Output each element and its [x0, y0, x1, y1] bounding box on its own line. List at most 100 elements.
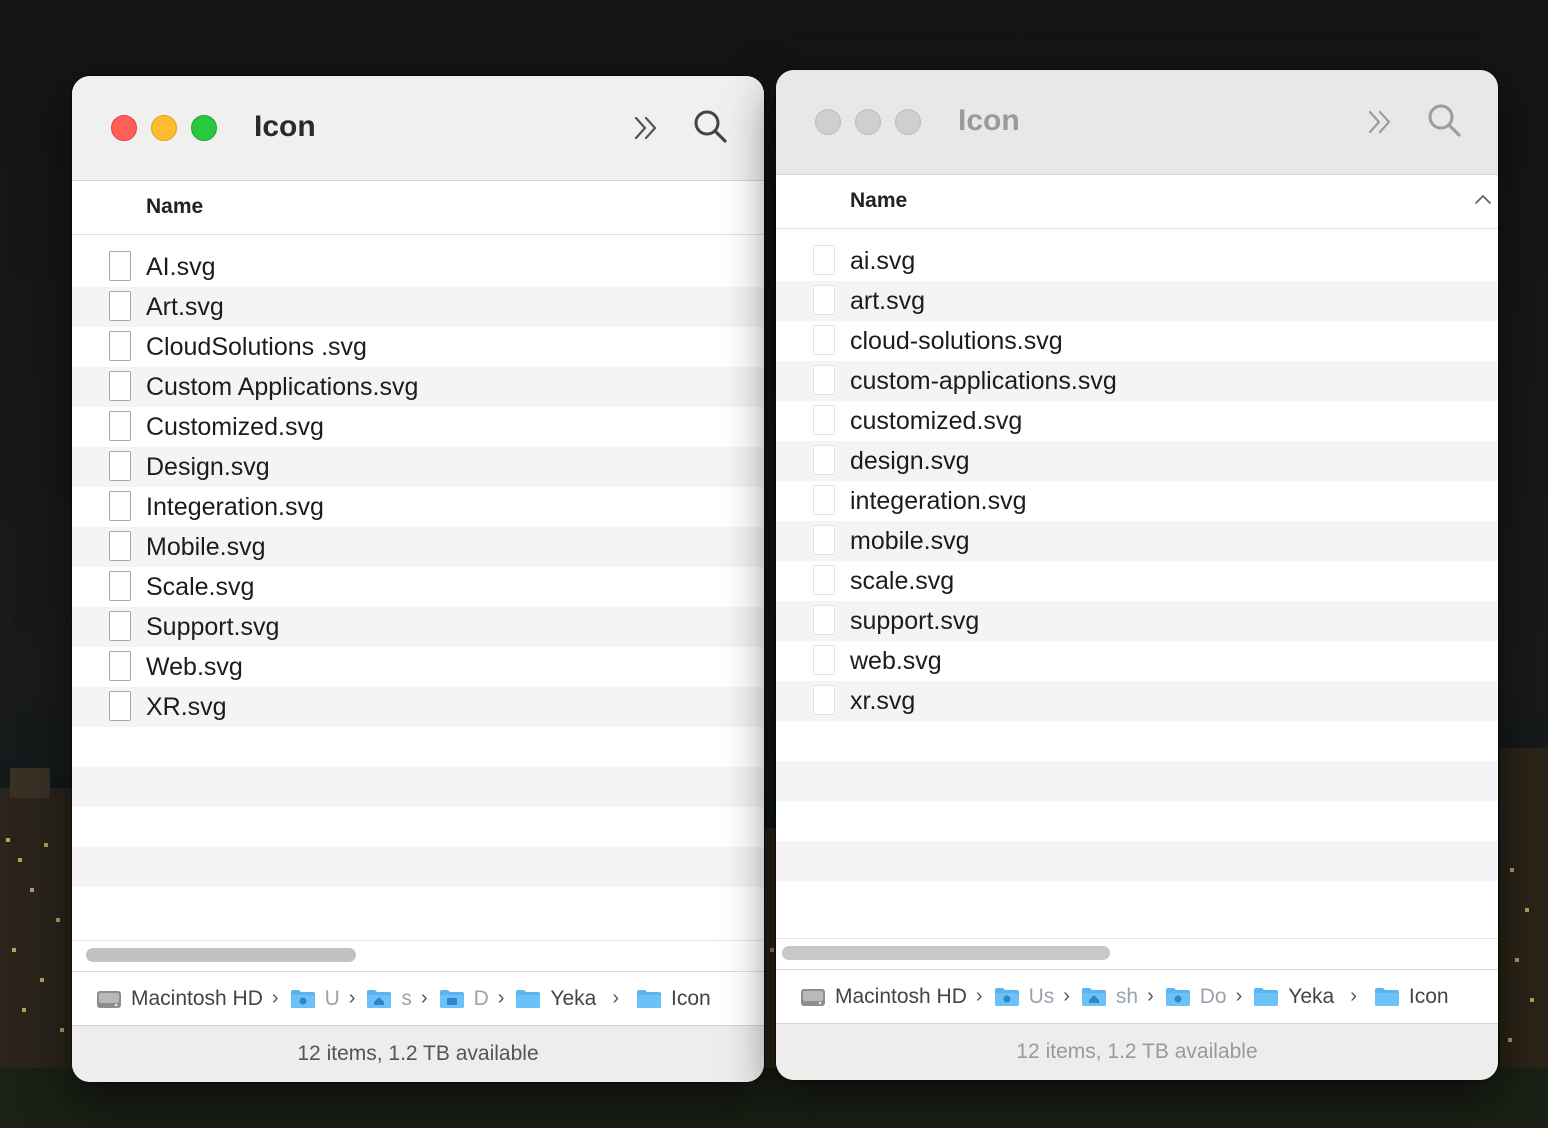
path-separator: ›: [612, 987, 620, 1009]
file-row[interactable]: ai.svg: [776, 241, 1498, 281]
file-row[interactable]: Integeration.svg: [72, 487, 764, 527]
file-row[interactable]: Custom Applications.svg: [72, 367, 764, 407]
path-label: Yeka: [1288, 984, 1335, 1008]
file-row[interactable]: integeration.svg: [776, 481, 1498, 521]
path-separator: ›: [1235, 985, 1243, 1007]
path-item-home[interactable]: sh: [1081, 985, 1138, 1009]
path-item-disk[interactable]: Macintosh HD: [800, 985, 967, 1009]
file-row[interactable]: XR.svg: [72, 687, 764, 727]
document-icon: [813, 605, 835, 635]
chevron-double-right-icon[interactable]: [630, 112, 662, 144]
path-item-docs[interactable]: Do: [1165, 985, 1227, 1009]
file-row[interactable]: art.svg: [776, 281, 1498, 321]
horizontal-scrollbar[interactable]: [72, 940, 764, 971]
file-row[interactable]: mobile.svg: [776, 521, 1498, 561]
path-label: U: [324, 986, 340, 1010]
file-row[interactable]: Web.svg: [72, 647, 764, 687]
path-label: sh: [1115, 984, 1139, 1008]
path-separator: ›: [420, 987, 428, 1009]
file-row[interactable]: web.svg: [776, 641, 1498, 681]
document-icon: [813, 685, 835, 715]
file-row[interactable]: support.svg: [776, 601, 1498, 641]
empty-row: [776, 761, 1498, 801]
chevron-double-right-icon[interactable]: [1364, 106, 1396, 138]
file-list: ai.svg art.svg cloud-solutions.svg custom-a…: [776, 229, 1498, 938]
folder-icon: [1081, 988, 1106, 1006]
file-name: ai.svg: [850, 247, 916, 275]
path-separator: ›: [271, 987, 279, 1009]
folder-icon: [994, 988, 1019, 1006]
file-row[interactable]: scale.svg: [776, 561, 1498, 601]
document-icon: [813, 645, 835, 675]
file-row[interactable]: Customized.svg: [72, 407, 764, 447]
search-icon[interactable]: [1426, 102, 1462, 138]
file-row[interactable]: AI.svg: [72, 247, 764, 287]
path-item-parent[interactable]: Yeka: [1253, 985, 1334, 1009]
path-item-parent[interactable]: Yeka: [515, 987, 596, 1011]
path-item-users[interactable]: Us: [994, 985, 1054, 1009]
empty-row: [776, 841, 1498, 881]
close-button[interactable]: [111, 115, 137, 141]
file-row[interactable]: design.svg: [776, 441, 1498, 481]
document-icon: [109, 651, 131, 681]
folder-icon: [290, 990, 315, 1008]
path-label: s: [401, 986, 412, 1010]
document-icon: [109, 331, 131, 361]
file-name: Custom Applications.svg: [146, 373, 419, 401]
path-item-home[interactable]: s: [366, 987, 412, 1011]
path-item-current[interactable]: Icon: [1374, 985, 1449, 1009]
minimize-button[interactable]: [151, 115, 177, 141]
zoom-button[interactable]: [191, 115, 217, 141]
path-label: Icon: [671, 986, 711, 1010]
path-separator: ›: [497, 987, 505, 1009]
document-icon: [813, 245, 835, 275]
file-row[interactable]: Support.svg: [72, 607, 764, 647]
file-list: AI.svg Art.svg CloudSolutions .svg Custom A…: [72, 235, 764, 940]
document-icon: [813, 565, 835, 595]
zoom-button[interactable]: [895, 109, 921, 135]
file-row[interactable]: cloud-solutions.svg: [776, 321, 1498, 361]
close-button[interactable]: [815, 109, 841, 135]
path-bar: Macintosh HD › Us › sh › Do › Yeka › Ico…: [776, 969, 1498, 1023]
path-item-current[interactable]: Icon: [636, 987, 711, 1011]
file-name: art.svg: [850, 287, 926, 315]
file-row[interactable]: custom-applications.svg: [776, 361, 1498, 401]
file-name: xr.svg: [850, 687, 916, 715]
file-row[interactable]: Art.svg: [72, 287, 764, 327]
path-separator: ›: [1063, 985, 1070, 1007]
folder-icon: [1165, 988, 1190, 1006]
path-item-docs[interactable]: D: [439, 987, 489, 1011]
title-bar[interactable]: Icon: [776, 70, 1498, 175]
file-name: Scale.svg: [146, 573, 255, 601]
path-item-disk[interactable]: Macintosh HD: [96, 987, 263, 1011]
file-name: support.svg: [850, 607, 980, 635]
scrollbar-thumb[interactable]: [86, 948, 356, 962]
file-row[interactable]: Design.svg: [72, 447, 764, 487]
file-name: Mobile.svg: [146, 533, 266, 561]
file-row[interactable]: CloudSolutions .svg: [72, 327, 764, 367]
file-row[interactable]: Scale.svg: [72, 567, 764, 607]
column-header-name[interactable]: Name: [776, 175, 1498, 229]
file-row[interactable]: xr.svg: [776, 681, 1498, 721]
sort-ascending-icon: [1475, 195, 1491, 204]
path-separator: ›: [348, 987, 356, 1009]
file-row[interactable]: Mobile.svg: [72, 527, 764, 567]
path-item-users[interactable]: U: [290, 987, 340, 1011]
file-name: web.svg: [850, 647, 942, 675]
search-icon[interactable]: [692, 108, 728, 144]
minimize-button[interactable]: [855, 109, 881, 135]
finder-window-left: Icon Name AI.svg Art.svg CloudSolutions .s…: [72, 76, 764, 1082]
horizontal-scrollbar[interactable]: [776, 938, 1498, 969]
scrollbar-thumb[interactable]: [782, 946, 1110, 960]
column-header-name[interactable]: Name: [72, 181, 764, 235]
document-icon: [109, 451, 131, 481]
document-icon: [109, 571, 131, 601]
title-bar[interactable]: Icon: [72, 76, 764, 181]
column-header-label: Name: [146, 195, 204, 218]
document-icon: [109, 531, 131, 561]
window-title: Icon: [254, 110, 316, 143]
path-separator: ›: [975, 985, 983, 1007]
file-row[interactable]: customized.svg: [776, 401, 1498, 441]
status-bar: 12 items, 1.2 TB available: [72, 1025, 764, 1082]
document-icon: [109, 371, 131, 401]
